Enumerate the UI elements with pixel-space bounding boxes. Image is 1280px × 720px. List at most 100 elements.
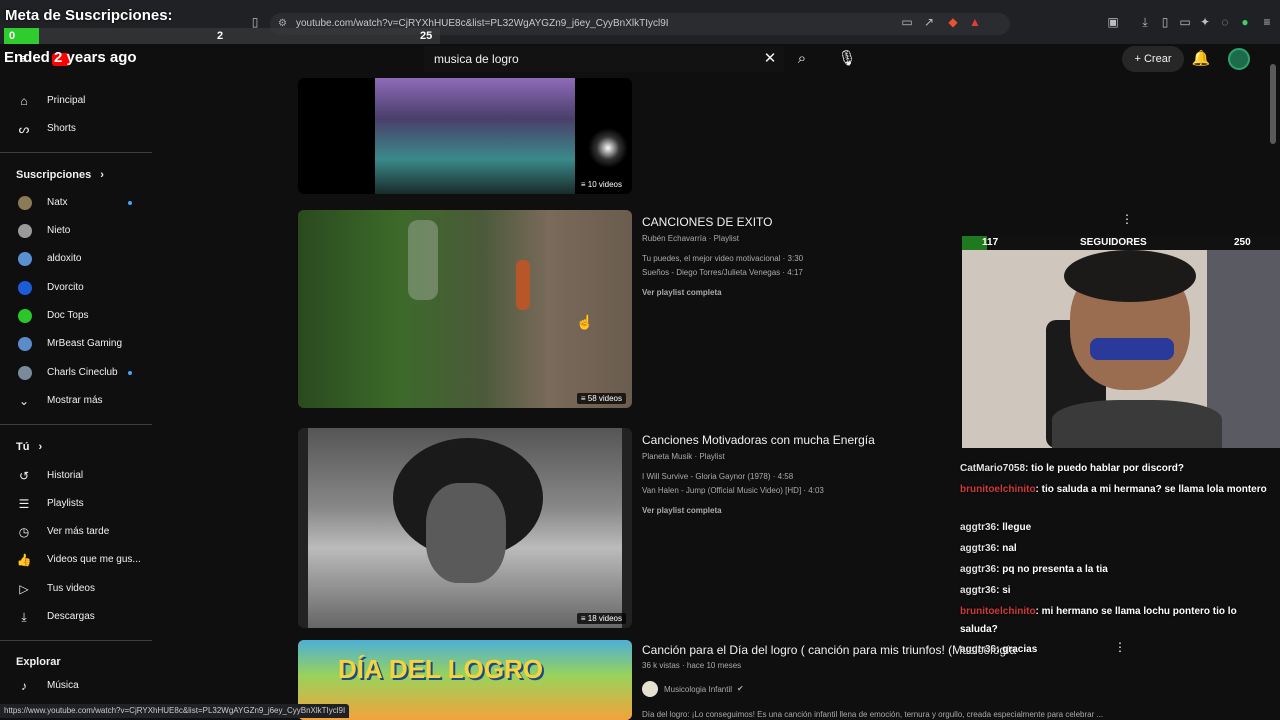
- search-icon[interactable]: ⌕: [789, 46, 815, 72]
- sidebar-item-historial[interactable]: ↺ Historial: [0, 463, 152, 489]
- view-full-playlist-link[interactable]: Ver playlist completa: [642, 506, 722, 515]
- playlist-video-line[interactable]: Tu puedes, el mejor video motivacional ·…: [642, 254, 803, 263]
- sidebar-item-label: Ver más tarde: [47, 526, 110, 537]
- new-content-dot: [128, 371, 132, 375]
- chat-text: : gracias: [996, 644, 1038, 655]
- chat-username: CatMario7058: [960, 463, 1026, 474]
- view-full-playlist-link[interactable]: Ver playlist completa: [642, 288, 722, 297]
- sidebar-item-mrbeast-gaming[interactable]: MrBeast Gaming: [0, 331, 152, 357]
- playlists-icon: ☰: [18, 497, 30, 511]
- result-meta[interactable]: Rubén Echavarría · Playlist: [642, 234, 739, 243]
- chat-text: : tio le puedo hablar por discord?: [1025, 463, 1184, 474]
- playlist-video-line[interactable]: I Will Survive - Gloria Gaynor (1978) · …: [642, 472, 793, 481]
- wallet-icon[interactable]: ▭: [1178, 15, 1192, 29]
- goal-ended-text: Ended 2 years ago: [4, 49, 137, 66]
- sidebar-item-principal[interactable]: ⌂ Principal: [0, 88, 152, 114]
- create-button[interactable]: + Crear: [1122, 46, 1184, 72]
- profile-icon[interactable]: ●: [1238, 15, 1252, 29]
- goal-current: 2: [217, 30, 224, 42]
- sidebar-item-your-videos[interactable]: ▷ Tus videos: [0, 576, 152, 602]
- chat-text: : pq no presenta a la tia: [996, 564, 1108, 575]
- playlist-thumbnail[interactable]: ≡ 10 videos: [298, 78, 632, 194]
- chat-message: CatMario7058: tio le puedo hablar por di…: [960, 460, 1270, 478]
- leo-icon[interactable]: ✦: [1198, 15, 1212, 29]
- extensions-icon[interactable]: ▣: [1106, 15, 1120, 29]
- result-title[interactable]: Canciones Motivadoras con mucha Energía: [642, 433, 875, 447]
- clear-search-icon[interactable]: ✕: [757, 46, 783, 72]
- vpn-icon[interactable]: ◌: [1218, 15, 1232, 29]
- video-count-badge: ≡ 10 videos: [576, 179, 626, 190]
- sidebar-item-shorts[interactable]: ᔕ Shorts: [0, 116, 152, 142]
- new-content-dot: [128, 201, 132, 205]
- channel-avatar: [18, 196, 32, 210]
- search-input[interactable]: musica de logro: [424, 46, 784, 72]
- chat-message: aggtr36: nal: [960, 540, 1270, 558]
- menu-icon[interactable]: ≡: [1260, 15, 1274, 29]
- like-icon: 👍: [16, 553, 32, 567]
- channel-avatar: [18, 309, 32, 323]
- cursor-hand-icon: ☝: [576, 314, 594, 330]
- share-icon[interactable]: ↗: [922, 15, 936, 29]
- brave-shield-icon[interactable]: ◆: [946, 15, 960, 29]
- playlist-video-line[interactable]: Sueños - Diego Torres/Julieta Venegas · …: [642, 268, 803, 277]
- notifications-bell-icon[interactable]: 🔔: [1188, 46, 1214, 72]
- sidebar-item-natx[interactable]: Natx: [0, 190, 152, 216]
- sidebar-item-nieto[interactable]: Nieto: [0, 218, 152, 244]
- playlist-thumbnail[interactable]: ≡ 58 videos: [298, 210, 632, 408]
- chat-text: : llegue: [996, 522, 1032, 533]
- video-description: Día del logro: ¡Lo conseguimos! Es una c…: [642, 710, 1104, 719]
- sidebar-item-label: Nieto: [47, 225, 71, 236]
- thumbnail-light: [588, 128, 628, 168]
- channel-avatar: [18, 366, 32, 380]
- thumbnail-image: [375, 78, 575, 194]
- avatar[interactable]: [1228, 48, 1250, 70]
- more-options-icon[interactable]: ⋮: [1121, 212, 1133, 226]
- chat-username: brunitoelchinito: [960, 606, 1036, 617]
- sidebar-toggle-icon[interactable]: ▯: [1158, 15, 1172, 29]
- chat-message: brunitoelchinito: tio saluda a mi herman…: [960, 481, 1270, 499]
- chat-username: brunitoelchinito: [960, 484, 1036, 495]
- subscription-goal-overlay: Meta de Suscripciones: 0 2 25: [0, 0, 460, 44]
- subscriptions-heading[interactable]: Suscripciones ›: [16, 169, 104, 181]
- playlist-video-line[interactable]: Van Halen - Jump (Official Music Video) …: [642, 486, 824, 495]
- more-options-icon[interactable]: ⋮: [1114, 640, 1126, 654]
- microphone-icon[interactable]: 🎙: [834, 46, 860, 72]
- thumbnail-climber: [516, 260, 530, 310]
- you-heading[interactable]: Tú ›: [16, 441, 42, 453]
- sidebar-item-doc-tops[interactable]: Doc Tops: [0, 303, 152, 329]
- sidebar-item-label: Doc Tops: [47, 310, 89, 321]
- chat-text: : nal: [996, 543, 1017, 554]
- install-app-icon[interactable]: ▭: [900, 15, 914, 29]
- sidebar-item-aldoxito[interactable]: aldoxito: [0, 246, 152, 272]
- sidebar-divider: [0, 152, 152, 153]
- channel-name[interactable]: Musicologia Infantil: [664, 685, 732, 694]
- sidebar-item-watch-later[interactable]: ◷ Ver más tarde: [0, 519, 152, 545]
- channel-avatar: [18, 281, 32, 295]
- chat-username: aggtr36: [960, 543, 997, 554]
- playlist-thumbnail[interactable]: ≡ 18 videos: [298, 428, 632, 628]
- chat-message: aggtr36: si: [960, 582, 1270, 600]
- rewards-icon[interactable]: ▲: [968, 15, 982, 29]
- sidebar-item-downloads[interactable]: ⤓ Descargas: [0, 604, 152, 630]
- history-icon: ↺: [18, 469, 30, 483]
- chat-username: aggtr36: [960, 644, 997, 655]
- download-icon[interactable]: ⤓: [1138, 15, 1152, 29]
- page-scrollbar[interactable]: [1270, 64, 1276, 144]
- sidebar-item-dvorcito[interactable]: Dvorcito: [0, 275, 152, 301]
- result-meta[interactable]: Planeta Musik · Playlist: [642, 452, 725, 461]
- sidebar-item-label: Charls Cineclub: [47, 367, 118, 378]
- sidebar-item-show-more[interactable]: ⌄ Mostrar más: [0, 388, 152, 414]
- search-input-value: musica de logro: [434, 52, 519, 66]
- sidebar-item-music[interactable]: ♪ Música: [0, 673, 152, 699]
- result-title[interactable]: CANCIONES DE EXITO: [642, 215, 772, 229]
- sidebar-item-label: aldoxito: [47, 253, 82, 264]
- sidebar-item-label: Tus videos: [47, 583, 95, 594]
- sidebar-item-liked-videos[interactable]: 👍 Videos que me gus...: [0, 547, 152, 573]
- sidebar-item-charls-cineclub[interactable]: Charls Cineclub: [0, 360, 152, 386]
- sidebar-item-playlists[interactable]: ☰ Playlists: [0, 491, 152, 517]
- sidebar-item-label: Shorts: [47, 123, 76, 134]
- sidebar-item-label: Descargas: [47, 611, 95, 622]
- channel-avatar[interactable]: [642, 681, 658, 697]
- webcam-sunglasses: [1090, 338, 1174, 360]
- followers-label: SEGUIDORES: [1080, 237, 1147, 248]
